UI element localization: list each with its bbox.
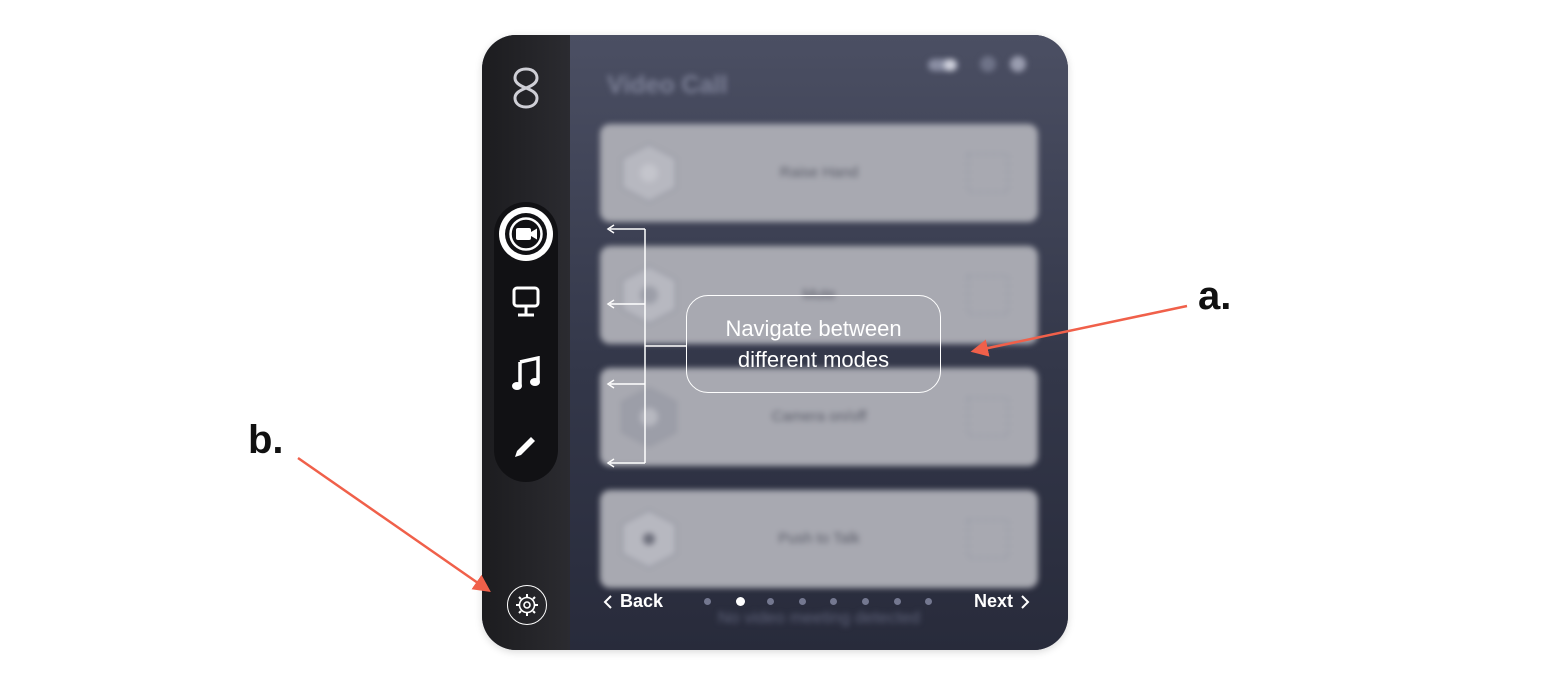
- shortcut-grid-icon: [967, 153, 1009, 193]
- next-label: Next: [974, 591, 1014, 611]
- page-dot[interactable]: [862, 598, 869, 605]
- shortcut-grid-icon: [967, 519, 1009, 559]
- mode-music[interactable]: [494, 342, 558, 406]
- action-card-push-to-talk[interactable]: Push to Talk: [600, 490, 1038, 588]
- callout-line-2: different modes: [737, 347, 890, 372]
- close-icon: [1010, 56, 1026, 72]
- back-label: Back: [620, 591, 664, 611]
- window-controls: [928, 56, 1026, 72]
- mode-draw[interactable]: [494, 414, 558, 478]
- callout-navigate-modes: Navigate between different modes: [686, 295, 941, 393]
- monitor-icon: [512, 286, 540, 317]
- gear-icon: [516, 594, 538, 616]
- pencil-icon: [515, 437, 535, 457]
- mode-video-call[interactable]: [494, 202, 558, 266]
- action-card-raise-hand[interactable]: Raise Hand: [600, 124, 1038, 222]
- settings-button[interactable]: [507, 585, 547, 625]
- page-dot[interactable]: [767, 598, 775, 605]
- page-dot[interactable]: [735, 597, 745, 606]
- mode-presentation[interactable]: [494, 270, 558, 334]
- page-title: Video Call: [607, 71, 728, 99]
- sidebar: [482, 35, 570, 650]
- next-button[interactable]: Next: [974, 591, 1031, 612]
- page-dot[interactable]: [893, 598, 901, 605]
- music-note-icon: [512, 356, 540, 390]
- annotation-marker-b: b.: [248, 418, 284, 462]
- page-indicator: [704, 597, 934, 607]
- logo-icon: [513, 67, 539, 109]
- callout-line-1: Navigate between: [725, 316, 902, 341]
- mode-switcher: [494, 202, 558, 482]
- page-dot[interactable]: [925, 598, 933, 605]
- page-dot[interactable]: [798, 598, 806, 605]
- page-dot[interactable]: [704, 598, 711, 605]
- minimize-icon: [980, 56, 996, 72]
- annotation-marker-a: a.: [1198, 274, 1232, 318]
- video-camera-icon: [505, 213, 547, 255]
- page-dot[interactable]: [830, 598, 838, 605]
- chevron-right-icon: [1021, 594, 1030, 609]
- chevron-left-icon: [603, 594, 612, 609]
- shortcut-grid-icon: [967, 397, 1009, 437]
- arrow-b: [297, 456, 491, 592]
- back-button[interactable]: Back: [602, 591, 663, 612]
- shortcut-grid-icon: [967, 275, 1009, 315]
